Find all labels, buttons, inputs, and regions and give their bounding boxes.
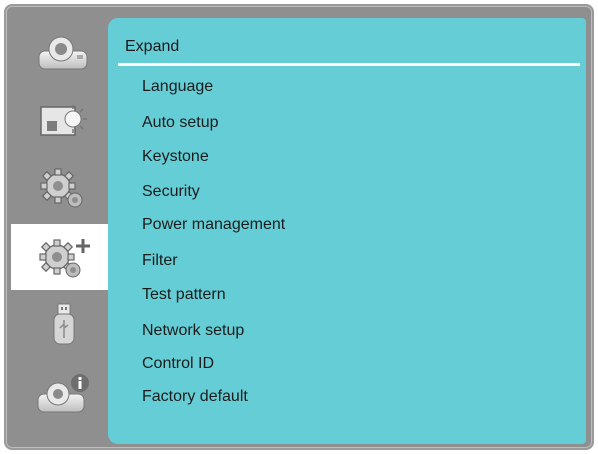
- osd-menu-window: Expand Language Auto setup Keystone Secu…: [4, 4, 594, 450]
- projector-info-icon: [37, 374, 89, 413]
- menu-item-control-id[interactable]: Control ID: [142, 355, 214, 373]
- menu-item-network-setup[interactable]: Network setup: [142, 322, 244, 340]
- sidebar-item-expand[interactable]: [11, 224, 115, 290]
- sidebar-item-image-adjust[interactable]: [13, 20, 113, 86]
- menu-item-auto-setup[interactable]: Auto setup: [142, 114, 219, 132]
- sidebar-item-picture[interactable]: [13, 88, 113, 154]
- menu-item-keystone[interactable]: Keystone: [142, 148, 209, 166]
- sidebar-item-setting[interactable]: [13, 156, 113, 222]
- menu-item-power-management[interactable]: Power management: [142, 216, 285, 234]
- picture-icon: [40, 105, 87, 136]
- expand-menu-panel: Expand Language Auto setup Keystone Secu…: [108, 18, 586, 444]
- menu-item-test-pattern[interactable]: Test pattern: [142, 286, 226, 304]
- panel-title: Expand: [125, 38, 180, 55]
- gear-plus-icon: [39, 239, 90, 278]
- usb-icon: [53, 303, 75, 345]
- menu-item-factory-default[interactable]: Factory default: [142, 388, 248, 406]
- sidebar-item-usb[interactable]: [13, 292, 113, 358]
- menu-item-filter[interactable]: Filter: [142, 252, 178, 270]
- menu-item-security[interactable]: Security: [142, 183, 200, 201]
- projector-icon: [38, 36, 88, 70]
- title-divider: [118, 63, 580, 66]
- gear-icon: [40, 168, 83, 208]
- sidebar-item-information[interactable]: [13, 362, 113, 428]
- menu-item-language[interactable]: Language: [142, 78, 213, 96]
- sidebar: [11, 20, 115, 444]
